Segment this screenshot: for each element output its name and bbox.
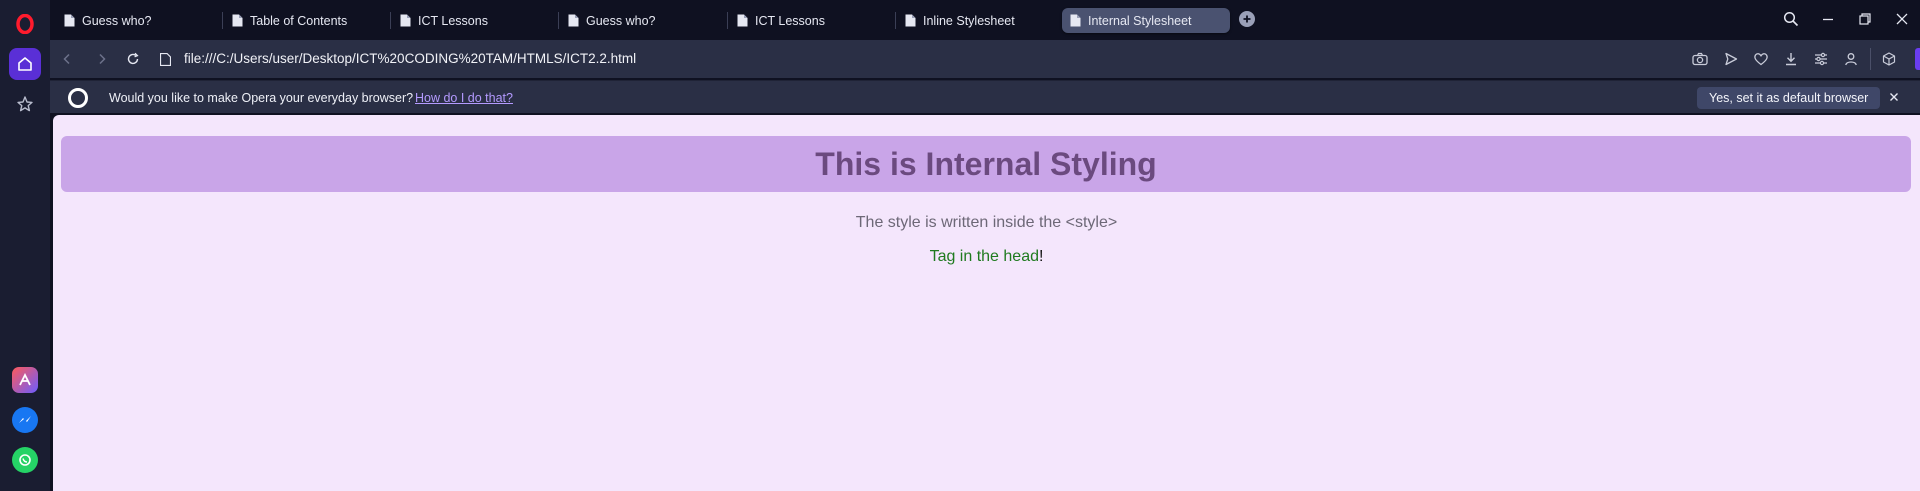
tab-internal-stylesheet[interactable]: Internal Stylesheet — [1062, 8, 1230, 33]
toolbar-divider — [1870, 48, 1871, 70]
tab-strip: Guess who? Table of Contents ICT Lessons… — [50, 0, 1920, 38]
easy-setup-icon[interactable] — [1812, 50, 1830, 68]
page-heading: This is Internal Styling — [61, 136, 1911, 192]
sidebar-panel-indicator — [1915, 48, 1920, 70]
tab-label: ICT Lessons — [418, 13, 488, 28]
messenger-icon[interactable] — [9, 404, 41, 436]
document-icon — [1070, 14, 1081, 27]
tab-divider — [558, 12, 559, 29]
restore-icon[interactable] — [1855, 9, 1875, 29]
opera-logo-icon — [68, 88, 88, 108]
send-icon[interactable] — [1722, 50, 1740, 68]
camera-icon[interactable] — [1691, 50, 1709, 68]
paragraph-tag-text: Tag in the head — [929, 248, 1039, 265]
tab-table-of-contents[interactable]: Table of Contents — [224, 8, 384, 33]
how-do-i-link[interactable]: How do I do that? — [415, 91, 513, 105]
aria-icon[interactable] — [9, 364, 41, 396]
close-icon[interactable] — [1886, 89, 1902, 105]
default-browser-infobar: Would you like to make Opera your everyd… — [50, 80, 1920, 113]
tab-guess-who-1[interactable]: Guess who? — [56, 8, 216, 33]
tab-divider — [390, 12, 391, 29]
document-icon — [568, 14, 579, 27]
paragraph-tag-note: Tag in the head! — [53, 248, 1920, 266]
tab-divider — [727, 12, 728, 29]
tab-label: Table of Contents — [250, 13, 348, 28]
document-icon — [64, 14, 75, 27]
tab-divider — [895, 12, 896, 29]
opera-logo-icon[interactable] — [9, 8, 41, 40]
profile-icon[interactable] — [1842, 50, 1860, 68]
tab-label: Internal Stylesheet — [1088, 13, 1192, 28]
document-icon — [905, 14, 916, 27]
set-default-browser-button[interactable]: Yes, set it as default browser — [1697, 87, 1881, 109]
exclamation-mark: ! — [1038, 248, 1044, 265]
tab-ict-lessons-2[interactable]: ICT Lessons — [729, 8, 889, 33]
url-field[interactable]: file:///C:/Users/user/Desktop/ICT%20CODI… — [184, 51, 636, 66]
opera-sidebar — [0, 0, 50, 491]
document-icon — [232, 14, 243, 27]
tab-guess-who-2[interactable]: Guess who? — [560, 8, 720, 33]
download-icon[interactable] — [1782, 50, 1800, 68]
plus-icon[interactable] — [1239, 11, 1255, 27]
tab-divider — [222, 12, 223, 29]
close-icon[interactable] — [1892, 9, 1912, 29]
tab-ict-lessons-1[interactable]: ICT Lessons — [392, 8, 552, 33]
minimize-icon[interactable] — [1818, 9, 1838, 29]
home-icon[interactable] — [9, 48, 41, 80]
star-icon[interactable] — [9, 88, 41, 120]
extensions-icon[interactable] — [1880, 50, 1898, 68]
infobar-message: Would you like to make Opera your everyd… — [109, 91, 414, 105]
document-icon — [400, 14, 411, 27]
address-bar-row: file:///C:/Users/user/Desktop/ICT%20CODI… — [50, 40, 1920, 78]
whatsapp-icon[interactable] — [9, 444, 41, 476]
tab-label: ICT Lessons — [755, 13, 825, 28]
search-icon[interactable] — [1781, 9, 1801, 29]
browser-window: Guess who? Table of Contents ICT Lessons… — [0, 0, 1920, 491]
paragraph-style-note: The style is written inside the <style> — [855, 214, 1118, 231]
document-icon — [737, 14, 748, 27]
heart-icon[interactable] — [1752, 50, 1770, 68]
tab-label: Guess who? — [82, 13, 152, 28]
back-icon[interactable] — [58, 50, 76, 68]
reload-icon[interactable] — [124, 50, 142, 68]
page-info-icon[interactable] — [156, 50, 174, 68]
forward-icon[interactable] — [93, 50, 111, 68]
tab-inline-stylesheet[interactable]: Inline Stylesheet — [897, 8, 1057, 33]
tab-label: Inline Stylesheet — [923, 13, 1015, 28]
page-viewport: This is Internal Styling The style is wr… — [53, 115, 1920, 491]
tab-label: Guess who? — [586, 13, 656, 28]
